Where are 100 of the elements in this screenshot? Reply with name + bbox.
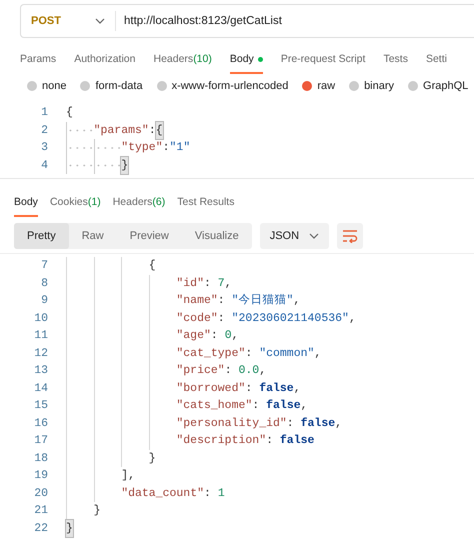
json-punctuation: , (314, 346, 322, 362)
request-tab[interactable]: Setti (426, 50, 447, 74)
json-key: "id" (176, 274, 204, 292)
json-number: 1 (218, 486, 225, 502)
request-tab[interactable]: Tests (383, 50, 408, 74)
json-key: "params" (94, 122, 149, 139)
json-punctuation: , (300, 398, 308, 414)
json-key: "borrowed" (176, 380, 246, 397)
view-mode-button[interactable]: Pretty (14, 223, 69, 249)
response-tab[interactable]: Test Results (177, 193, 234, 217)
line-number: 4 (40, 158, 48, 174)
response-tab[interactable]: Cookies(1) (50, 193, 101, 217)
format-label: JSON (270, 230, 300, 242)
json-punctuation: : (266, 433, 274, 449)
json-punctuation: : (210, 328, 219, 344)
line-number: 17 (33, 433, 48, 449)
json-punctuation: } (148, 450, 156, 466)
json-punctuation: , (232, 328, 239, 344)
json-punctuation: , (224, 276, 232, 292)
json-punctuation: } (94, 503, 100, 519)
view-mode-button[interactable]: Raw (68, 223, 117, 249)
request-tab[interactable]: Headers(10) (153, 50, 212, 74)
json-key: "name" (176, 292, 218, 310)
radio-label: form-data (95, 80, 143, 92)
json-punctuation: : (286, 416, 295, 432)
json-punctuation: : (162, 140, 170, 156)
json-string: "1" (170, 140, 190, 156)
view-mode-button[interactable]: Visualize (182, 223, 252, 249)
json-punctuation: : (252, 398, 260, 414)
line-number: 15 (33, 398, 48, 414)
body-type-radio[interactable]: form-data (80, 80, 143, 92)
radio-label: binary (364, 80, 394, 92)
json-boolean: false (266, 398, 301, 414)
json-punctuation: { (156, 122, 163, 139)
radio-label: raw (317, 80, 336, 92)
format-dropdown[interactable]: JSON (260, 223, 330, 249)
json-key: "price" (176, 362, 225, 380)
json-boolean: false (280, 433, 314, 449)
request-editor[interactable]: 1 { 2 "params":{ 3 "type":"1" 4 } (0, 104, 474, 179)
chevron-down-icon (309, 233, 320, 239)
body-type-radio[interactable]: GraphQL (408, 80, 468, 92)
json-boolean: false (259, 380, 294, 396)
json-punctuation: : (245, 346, 254, 362)
json-punctuation: , (335, 416, 342, 432)
json-punctuation: : (204, 276, 212, 292)
json-key: "data_count" (121, 484, 204, 502)
response-tab[interactable]: Body (14, 193, 38, 217)
line-number: 1 (40, 105, 48, 121)
json-punctuation: : (148, 122, 156, 138)
json-number: 0.0 (238, 363, 260, 379)
line-number: 2 (40, 122, 48, 138)
line-number: 22 (33, 520, 48, 536)
radio-label: none (42, 80, 66, 92)
line-number: 12 (33, 346, 48, 362)
json-key: "type" (121, 139, 163, 156)
line-number: 11 (33, 328, 48, 344)
line-number: 20 (33, 486, 48, 502)
json-string: "common" (259, 346, 314, 362)
request-tab[interactable]: Params (20, 50, 56, 74)
json-key: "description" (176, 432, 266, 450)
body-type-radio[interactable]: binary (349, 80, 394, 92)
chevron-down-icon (95, 18, 105, 24)
json-boolean: false (300, 416, 336, 432)
view-mode-button[interactable]: Preview (116, 223, 182, 249)
request-tab[interactable]: Authorization (74, 50, 136, 74)
json-number: 7 (218, 276, 225, 292)
json-punctuation: { (66, 105, 73, 121)
line-number: 10 (33, 310, 48, 326)
json-key: "code" (176, 310, 218, 327)
json-key: "cats_home" (176, 397, 252, 414)
method-label: POST (31, 15, 61, 27)
json-punctuation: , (348, 310, 356, 326)
json-key: "personality_id" (176, 414, 287, 432)
line-number: 7 (40, 258, 48, 274)
body-type-radio[interactable]: none (27, 80, 66, 92)
json-punctuation: : (245, 380, 254, 396)
json-string: "202306021140536" (232, 310, 349, 326)
radio-label: GraphQL (423, 80, 468, 92)
line-number: 18 (33, 450, 48, 466)
line-number: 13 (33, 363, 48, 379)
body-type-radio[interactable]: raw (302, 80, 336, 92)
line-number: 14 (33, 380, 48, 396)
response-tab[interactable]: Headers(6) (112, 193, 166, 217)
json-number: 0 (224, 328, 232, 344)
json-string: "今日猫猫" (232, 292, 294, 309)
wrap-lines-icon (342, 229, 358, 243)
line-number: 3 (40, 140, 48, 156)
request-tab[interactable]: Body (230, 50, 263, 74)
json-punctuation: , (259, 363, 266, 379)
json-punctuation: { (148, 258, 156, 274)
url-field[interactable]: POST http://localhost:8123/getCatList (20, 4, 474, 38)
line-number: 19 (33, 468, 48, 484)
json-key: "cat_type" (176, 344, 246, 362)
method-dropdown[interactable]: POST (21, 11, 116, 31)
json-punctuation: : (204, 486, 212, 502)
json-punctuation: , (294, 380, 301, 396)
line-number: 8 (40, 276, 48, 292)
request-tab[interactable]: Pre-request Script (280, 50, 366, 74)
json-punctuation: : (224, 363, 233, 379)
wrap-lines-button[interactable] (337, 223, 364, 249)
